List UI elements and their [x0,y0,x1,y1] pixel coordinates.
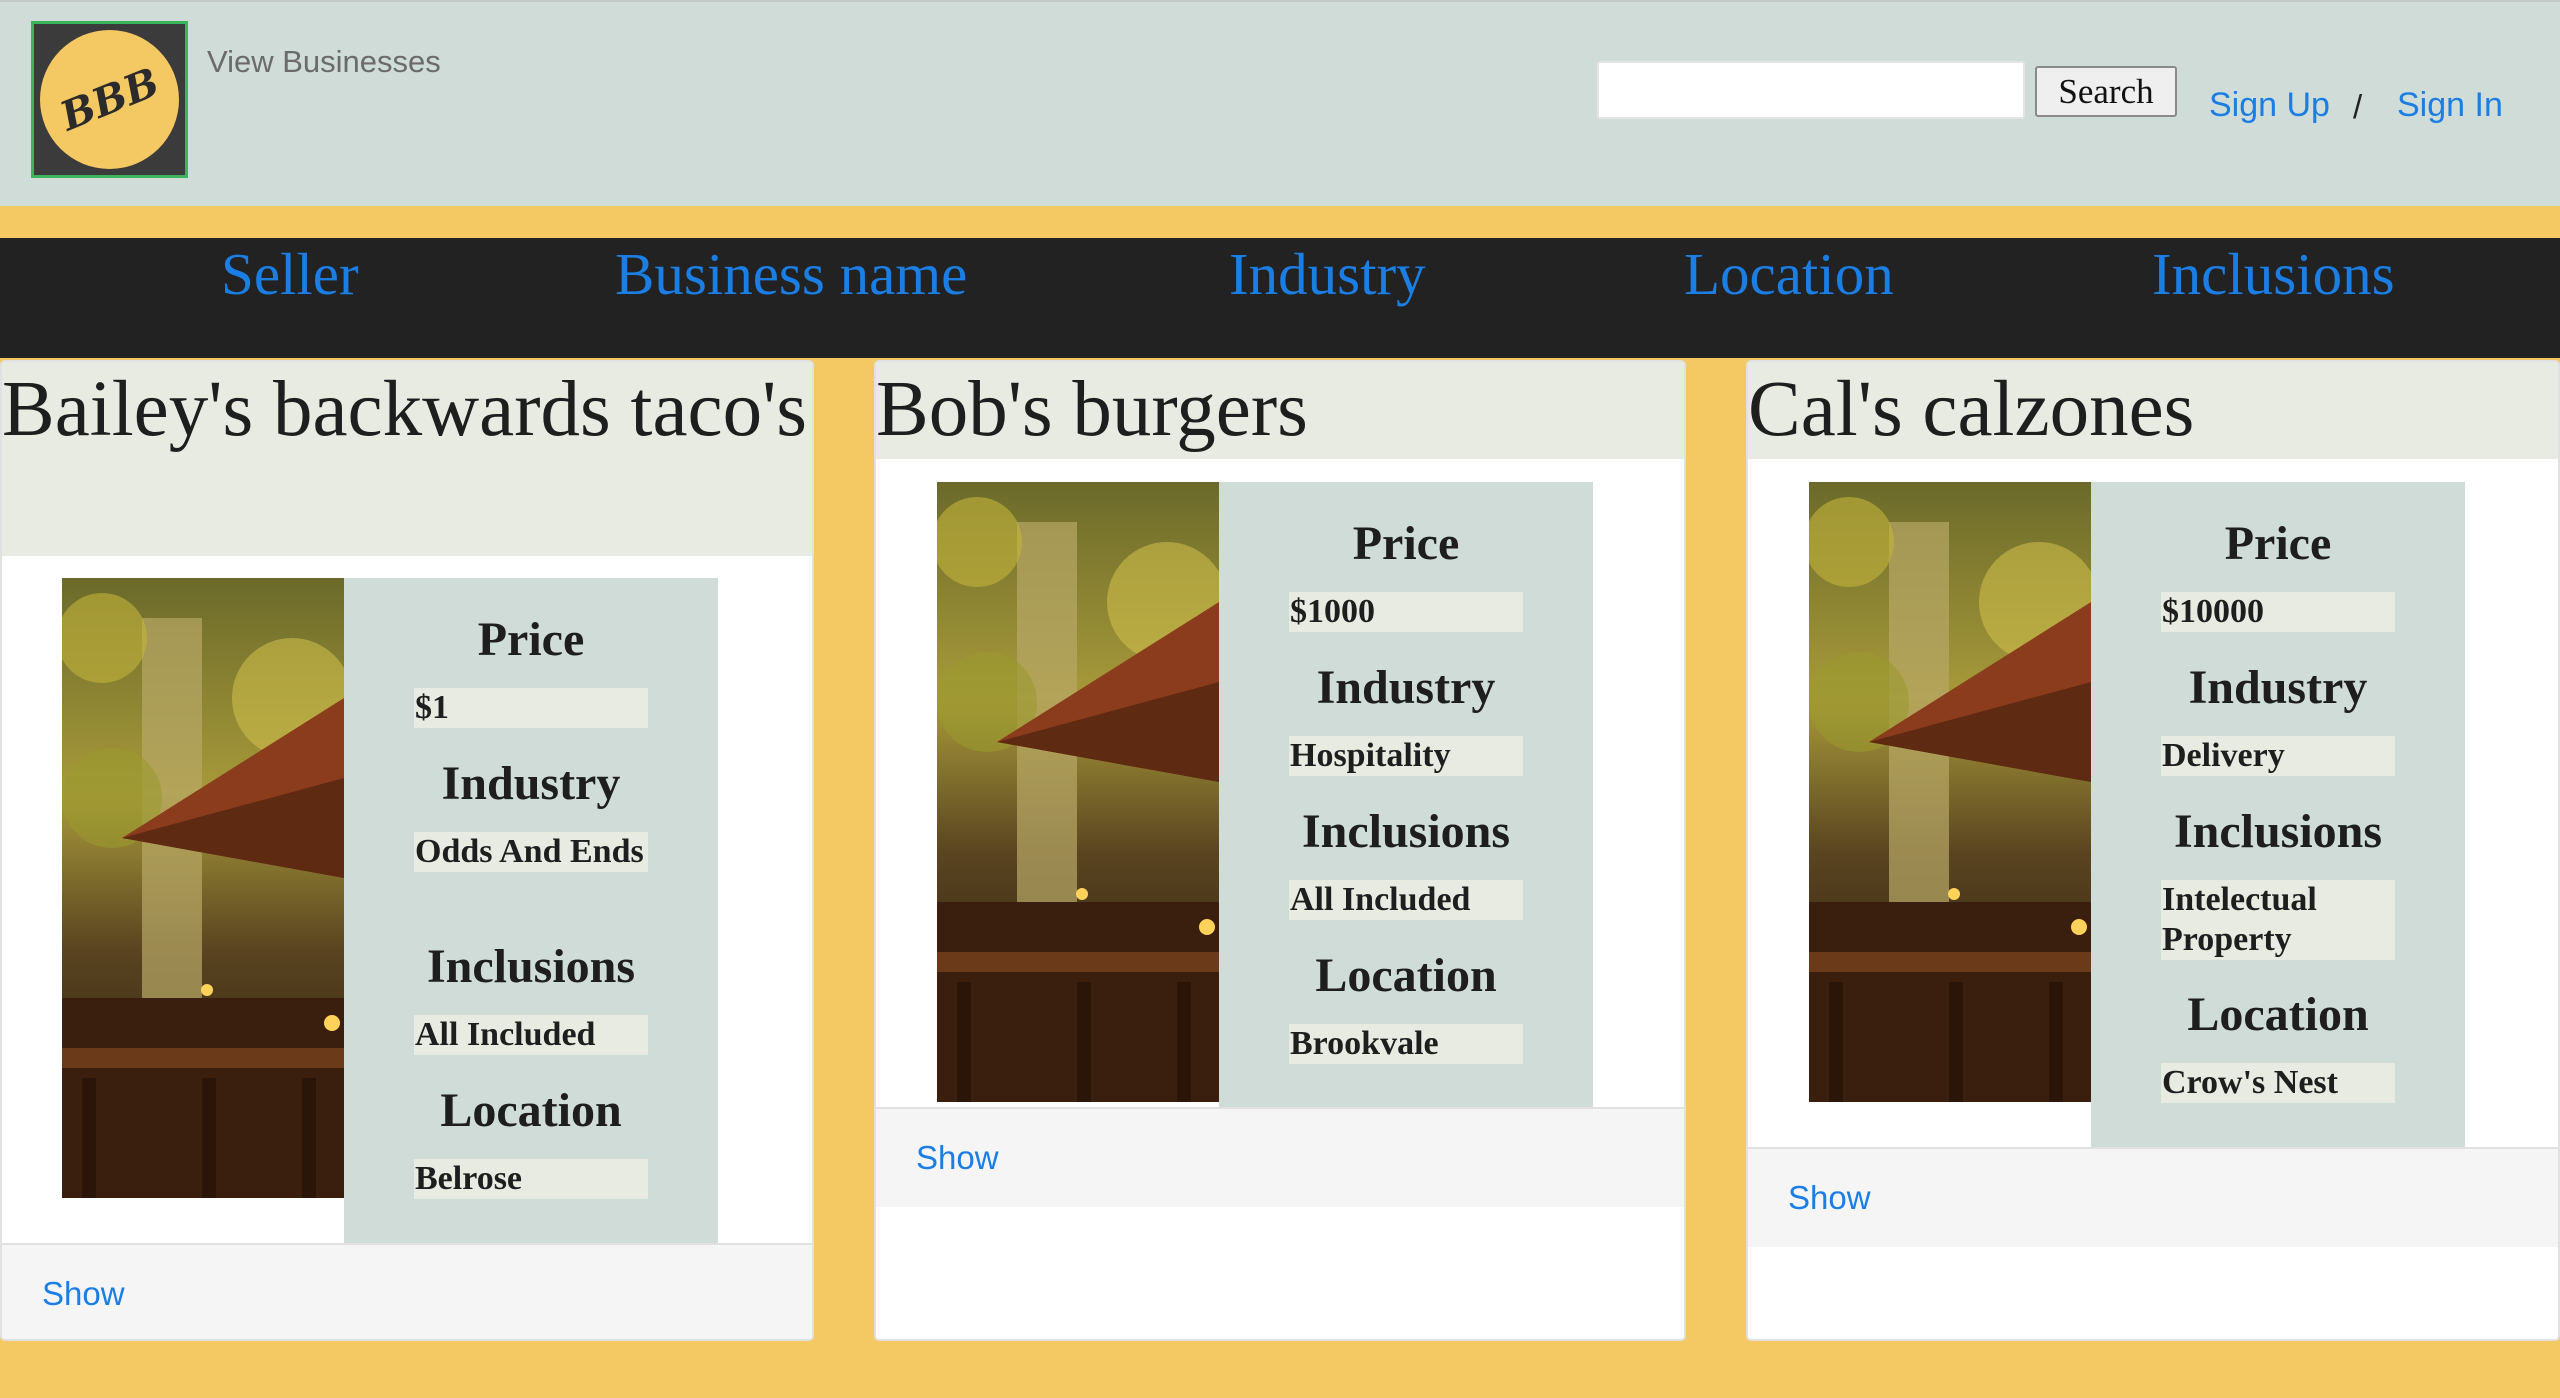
logo-text: BBB [53,58,166,141]
listing-details: Price $1 Industry Odds And Ends Inclusio… [344,578,718,1243]
price-value: $1 [414,688,648,728]
site-logo[interactable]: BBB [31,21,188,178]
inclusions-heading: Inclusions [426,940,636,993]
listing-title-bar: Cal's calzones [1748,362,2558,459]
show-link[interactable]: Show [916,1139,999,1177]
price-heading: Price [2224,517,2332,570]
location-value: Crow's Nest [2161,1063,2395,1103]
listing-card: Bailey's backwards taco's Price $1 Indus… [0,360,814,1341]
location-heading: Location [2187,988,2369,1041]
listing-title-bar: Bailey's backwards taco's [2,362,812,556]
industry-heading: Industry [1316,661,1496,714]
listing-title: Bailey's backwards taco's [2,366,808,453]
inclusions-heading: Inclusions [2173,805,2383,858]
search-input[interactable] [1597,61,2025,119]
location-value: Brookvale [1289,1024,1523,1064]
view-businesses-link[interactable]: View Businesses [207,44,441,80]
price-heading: Price [1352,517,1460,570]
listing-card: Bob's burgers Price $1000 Industry Hospi… [874,360,1686,1341]
industry-heading: Industry [441,757,621,810]
search-button[interactable]: Search [2035,66,2177,117]
nav-seller[interactable]: Seller [221,245,359,304]
sign-in-link[interactable]: Sign In [2397,86,2503,125]
industry-value: Odds And Ends [414,832,648,872]
price-value: $1000 [1289,592,1523,632]
inclusions-value: All Included [414,1015,648,1055]
industry-value: Hospitality [1289,736,1523,776]
site-header: BBB View Businesses Search Sign Up / Sig… [0,0,2560,206]
nav-inclusions[interactable]: Inclusions [2152,245,2395,304]
inclusions-value: Intelectual Property [2161,880,2395,960]
listing-title: Cal's calzones [1748,366,2195,453]
inclusions-value: All Included [1289,880,1523,920]
sign-up-link[interactable]: Sign Up [2209,86,2330,125]
auth-separator: / [2353,88,2363,125]
listing-card-footer: Show [1748,1147,2558,1247]
listing-title-bar: Bob's burgers [876,362,1684,459]
listing-title: Bob's burgers [876,366,1308,453]
location-value: Belrose [414,1159,648,1199]
show-link[interactable]: Show [42,1275,125,1313]
price-value: $10000 [2161,592,2395,632]
location-heading: Location [1315,949,1497,1002]
price-heading: Price [477,613,585,666]
inclusions-heading: Inclusions [1301,805,1511,858]
listing-photo [1809,482,2091,1102]
listing-photo [62,578,344,1198]
listing-sort-nav: Seller Business name Industry Location I… [0,238,2560,358]
nav-business-name[interactable]: Business name [615,245,967,304]
listing-card: Cal's calzones Price $10000 Industry Del… [1746,360,2560,1341]
listing-card-footer: Show [2,1243,812,1339]
logo-emblem: BBB [40,30,179,169]
show-link[interactable]: Show [1788,1179,1871,1217]
industry-heading: Industry [2188,661,2368,714]
listing-details: Price $10000 Industry Delivery Inclusion… [2091,482,2465,1147]
listing-details: Price $1000 Industry Hospitality Inclusi… [1219,482,1593,1107]
nav-location[interactable]: Location [1684,245,1894,304]
nav-industry[interactable]: Industry [1229,245,1426,304]
location-heading: Location [440,1084,622,1137]
industry-value: Delivery [2161,736,2395,776]
listing-card-footer: Show [876,1107,1684,1207]
listing-photo [937,482,1219,1102]
